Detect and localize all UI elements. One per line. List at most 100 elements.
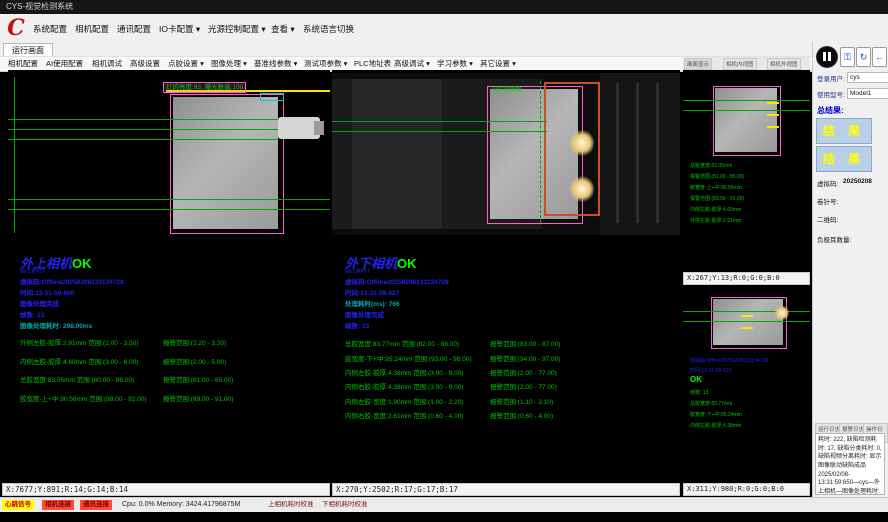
yellow-text-mark: [767, 114, 779, 116]
green-line: [332, 121, 547, 122]
small-camera-view-1[interactable]: 总胶宽度:83.05mm 报警范围:(81.00 - 85.00) 胶宽度-上+…: [683, 70, 810, 272]
tool-camera-debug[interactable]: 相机调试: [90, 58, 124, 70]
result-badge-2: 结 果: [816, 146, 872, 172]
measurement-name: 内侧左胶-宽度:1.90mm 范围:(1.00 - 2.20): [345, 396, 463, 406]
small-view1-coord-strip: X:267;Y:13;R:0;G:0;B:0: [683, 272, 810, 285]
small-view2-coord-strip: X:311;Y:980;R:0;G:0;B:0: [683, 483, 810, 496]
green-line: [332, 131, 547, 132]
measurement-alarm: 报警范围:(89.00 - 91.00): [163, 393, 233, 403]
menu-system-config[interactable]: 系统配置: [30, 22, 70, 36]
slot-line: [656, 83, 659, 223]
tool-image-process[interactable]: 图像处理 ▾: [209, 58, 249, 70]
exit-button[interactable]: ←: [872, 47, 887, 67]
tool-glue-set[interactable]: 点胶设置 ▾: [166, 58, 206, 70]
left-time-line: 图像处理耗时: 298.00ms: [20, 320, 92, 330]
tool-test-param[interactable]: 测试项参数 ▾: [302, 58, 349, 70]
left-camera-image[interactable]: 灯的亮度:93, 曝光数值:100: [8, 73, 330, 235]
sv2-text: 胶宽度-下+中:95.24mm: [690, 411, 742, 418]
cyan-mark: [260, 93, 284, 101]
menu-light-config[interactable]: 光源控制配置 ▾: [205, 22, 269, 36]
yellow-text-mark: [767, 126, 779, 128]
vcode-label: 虚拟码:: [817, 178, 838, 188]
exposure-overlay-label: 灯的亮度:93, 曝光数值:100: [163, 82, 246, 93]
measurement-name: 胶宽度-上+中:90.56mm 范围:(88.00 - 92.00): [20, 393, 147, 403]
tool-camera-config[interactable]: 相机配置: [6, 58, 40, 70]
camera-link-badge: 相机连接: [42, 500, 74, 510]
measurement-name: 内侧左胶-胶厚:4.60mm 范围:(3.00 - 6.00): [20, 356, 138, 366]
measurement-alarm: 报警范围:(2.00 - 5.00): [163, 356, 226, 366]
green-line: [8, 119, 278, 120]
left-info-line: 虚拟码:Offline20250208133134728: [20, 276, 124, 286]
middle-coord-strip: X:270;Y:2502;R:17;G:17;B:17: [332, 483, 680, 496]
middle-camera-view[interactable]: AI检测图像 外下相机OK MES复判:T 虚拟码:Offline2025020…: [332, 70, 680, 483]
measurement-alarm: 报警范围:(1.10 - 2.10): [490, 396, 553, 406]
small-camera-view-2[interactable]: 虚拟码:Offline20250208133134728 时间:13-31-59…: [683, 285, 810, 483]
tool-adv-debug[interactable]: 高级调试 ▾: [392, 58, 432, 70]
middle-camera-image[interactable]: AI检测图像: [332, 73, 680, 235]
middle-time-line: 处理耗时(ms): 766: [345, 298, 400, 308]
tool-advanced-set[interactable]: 高级设置: [128, 58, 162, 70]
left-info-line: 图像处理完成: [20, 298, 59, 308]
cpu-memory-text: Cpu: 0.0% Memory: 3424.41796875M: [122, 500, 240, 510]
pause-button[interactable]: [816, 46, 838, 68]
sv1-text: 外侧左胶-胶厚:2.91mm: [690, 217, 741, 224]
middle-info-line: 图像处理完成: [345, 309, 384, 319]
lower-cam-calibration[interactable]: 下相机耗时校准: [322, 500, 368, 510]
green-line: [8, 199, 330, 200]
ai-image-label: AI检测图像: [492, 84, 522, 93]
tab-count-label: 负极耳数量:: [817, 234, 851, 244]
model-value[interactable]: Model1: [847, 88, 888, 99]
pink-outline: [711, 297, 787, 349]
measurement-alarm: 报警范围:(2.20 - 3.20): [163, 337, 226, 347]
measurement-alarm: 报警范围:(2.00 - 77.00): [490, 367, 557, 377]
user-value[interactable]: cys: [847, 72, 888, 83]
left-coord-strip: X:7677;Y:891;R:14;G:14;B:14: [2, 483, 330, 496]
tool-plc-table[interactable]: PLC地址表: [352, 58, 393, 70]
tool-other-set[interactable]: 其它设置 ▾: [478, 58, 518, 70]
green-line: [683, 110, 810, 111]
tab-display-mode[interactable]: 画面显示: [684, 58, 712, 70]
tool-ai-config[interactable]: AI使用配置: [44, 58, 85, 70]
slot-line: [636, 83, 639, 223]
menu-bar: C 系统配置 相机配置 通讯配置 IO卡配置 ▾ 光源控制配置 ▾ 查看 ▾ 系…: [0, 14, 888, 43]
left-camera-view[interactable]: 灯的亮度:93, 曝光数值:100 外上相机OK MES复判:T 虚拟码:Off…: [8, 70, 330, 483]
log-text-box[interactable]: 耗时: 222, 缺陷检测耗时: 17, 缺陷分类耗时: 0, 缺陷视频分离耗时…: [815, 433, 885, 495]
yellow-text-mark: [767, 102, 779, 104]
measurement-alarm: 报警范围:(83.00 - 87.00): [490, 338, 560, 348]
machine-body: [600, 73, 680, 235]
menu-view[interactable]: 查看 ▾: [268, 22, 298, 36]
result-badge-1: 结 果: [816, 118, 872, 144]
lock-button[interactable]: ⚿: [840, 47, 855, 67]
small-view-tabbar: 画面显示 相机内视图 相机外视图: [683, 57, 810, 70]
upper-cam-calibration[interactable]: 上相机耗时校准: [268, 500, 314, 510]
sv1-text: 内侧左胶-胶厚:4.60mm: [690, 206, 741, 213]
tab-bar: 运行画面: [0, 42, 812, 56]
measurement-alarm: 报警范围:(94.00 - 97.00): [490, 353, 560, 363]
menu-camera-config[interactable]: 相机配置: [72, 22, 112, 36]
menu-comm-config[interactable]: 通讯配置: [114, 22, 154, 36]
refresh-button[interactable]: ↻: [856, 47, 871, 67]
tab-outer-view[interactable]: 相机外视图: [767, 58, 801, 70]
sv2-text: 内侧左胶-胶厚:4.38mm: [690, 422, 741, 429]
lock-icon: ⚿: [844, 52, 851, 62]
menu-language-switch[interactable]: 系统语言切换: [300, 22, 357, 36]
middle-mes-line: MES复判:T: [345, 268, 370, 275]
yellow-text-mark: [741, 315, 753, 317]
menu-io-config[interactable]: IO卡配置 ▾: [156, 22, 203, 36]
refresh-icon: ↻: [860, 52, 868, 62]
tool-baseline-param[interactable]: 基准线参数 ▾: [252, 58, 299, 70]
measurement-name: 总胶宽度:83.05mm 范围:(80.00 - 86.00): [20, 374, 134, 384]
pause-icon: [828, 52, 831, 61]
measurement-name: 内侧左胶-胶厚:4.38mm 范围:(3.00 - 9.00): [345, 367, 463, 377]
measurement-name: 内侧右胶-宽度:2.61mm 范围:(0.60 - 4.00): [345, 410, 463, 420]
slot-line: [616, 83, 619, 223]
tab-inner-view[interactable]: 相机内视图: [723, 58, 757, 70]
machine-body: [352, 79, 442, 229]
qr-label: 二维码:: [817, 214, 838, 224]
sv2-text: 时间:13-31-59-627: [690, 367, 731, 374]
glow-spot: [570, 175, 594, 203]
tab-run-screen[interactable]: 运行画面: [3, 43, 53, 57]
window-title: CYS-视觉检测系统: [6, 2, 73, 11]
tool-learn-param[interactable]: 学习参数 ▾: [435, 58, 475, 70]
connector-tip: [314, 121, 324, 135]
